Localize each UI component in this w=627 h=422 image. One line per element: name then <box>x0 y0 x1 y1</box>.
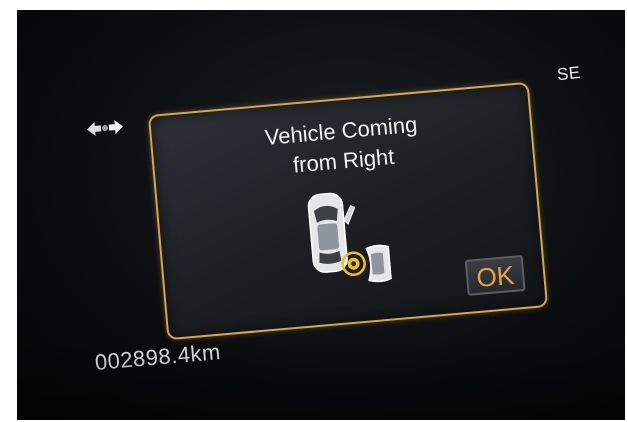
ok-button[interactable]: OK <box>464 254 526 296</box>
approaching-vehicle-icon <box>365 244 392 283</box>
cross-traffic-alert-dialog: Vehicle Coming from Right OK <box>147 81 549 341</box>
car-top-view-icon <box>307 192 392 283</box>
odometer-reading: 002898.4km <box>93 339 222 375</box>
instrument-display: SE Vehicle Coming from Right OK 002898.4… <box>17 10 625 420</box>
navigation-direction-icon <box>87 120 123 136</box>
alert-title: Vehicle Coming from Right <box>151 100 533 193</box>
compass-heading: SE <box>556 62 582 85</box>
